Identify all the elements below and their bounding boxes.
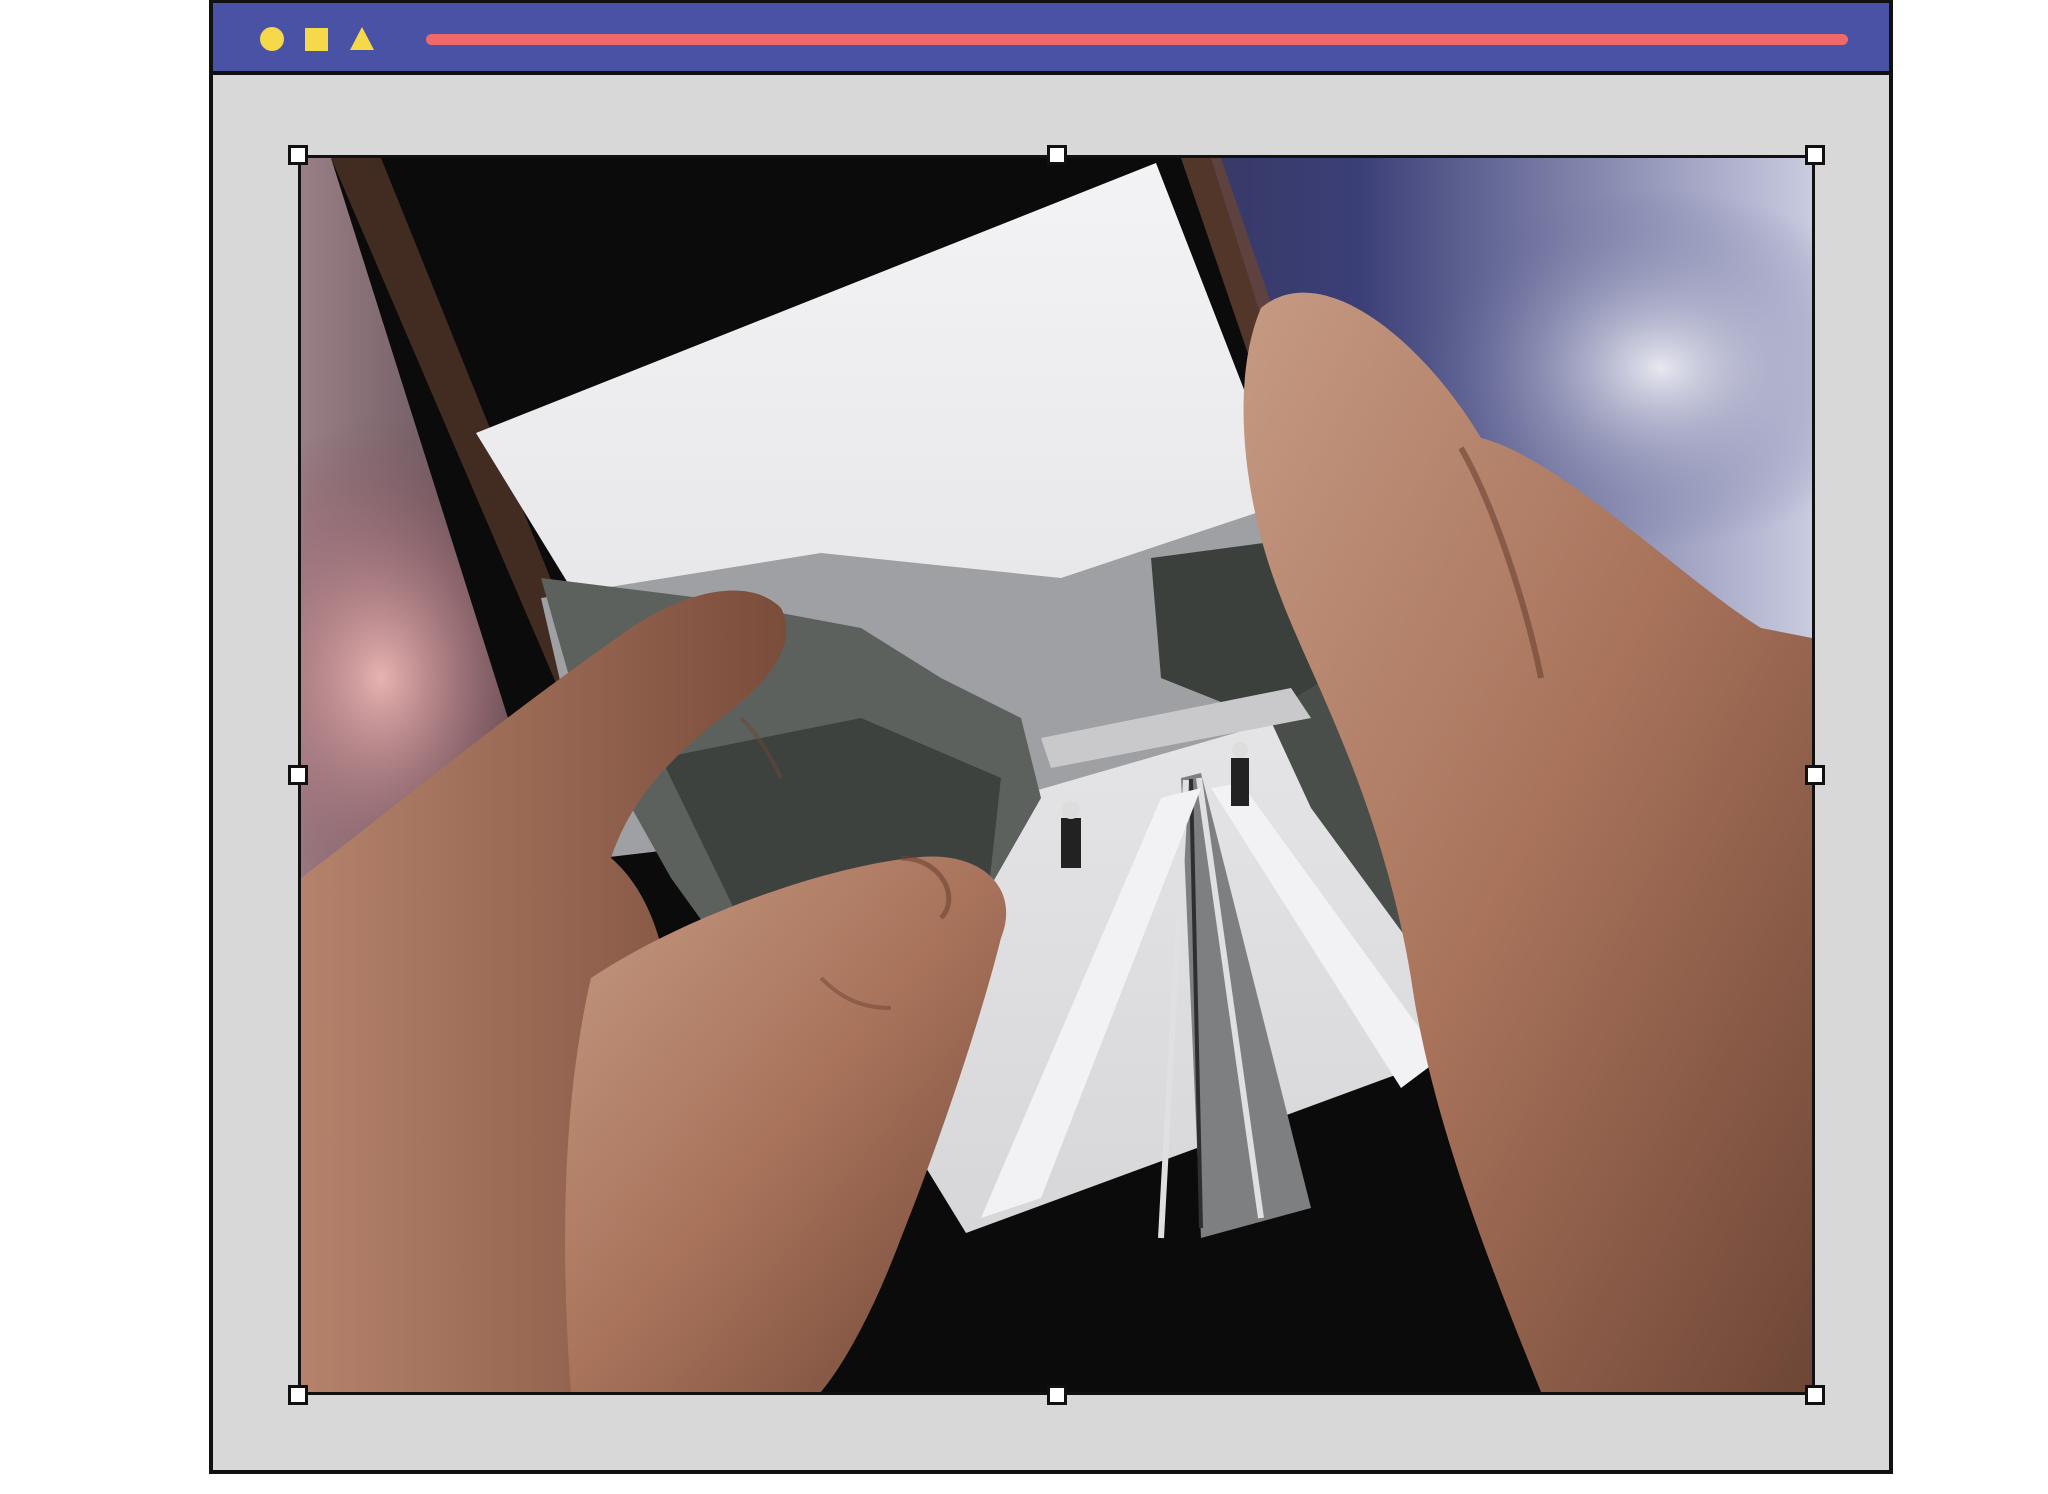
resize-handle-middle-left[interactable] [288,765,308,785]
circle-icon[interactable] [260,27,284,51]
canvas-area [213,75,1889,1470]
photo-hand-holding-phone [301,158,1812,1392]
resize-handle-top-right[interactable] [1805,145,1825,165]
title-bar [213,3,1889,75]
triangle-icon[interactable] [350,27,374,50]
app-window [209,0,1893,1474]
square-icon[interactable] [305,28,328,51]
resize-handle-top-left[interactable] [288,145,308,165]
resize-handle-bottom-center[interactable] [1047,1385,1067,1405]
resize-handle-middle-right[interactable] [1805,765,1825,785]
resize-handle-bottom-left[interactable] [288,1385,308,1405]
selected-image[interactable] [298,155,1815,1395]
resize-handle-top-center[interactable] [1047,145,1067,165]
address-bar[interactable] [426,34,1848,45]
resize-handle-bottom-right[interactable] [1805,1385,1825,1405]
